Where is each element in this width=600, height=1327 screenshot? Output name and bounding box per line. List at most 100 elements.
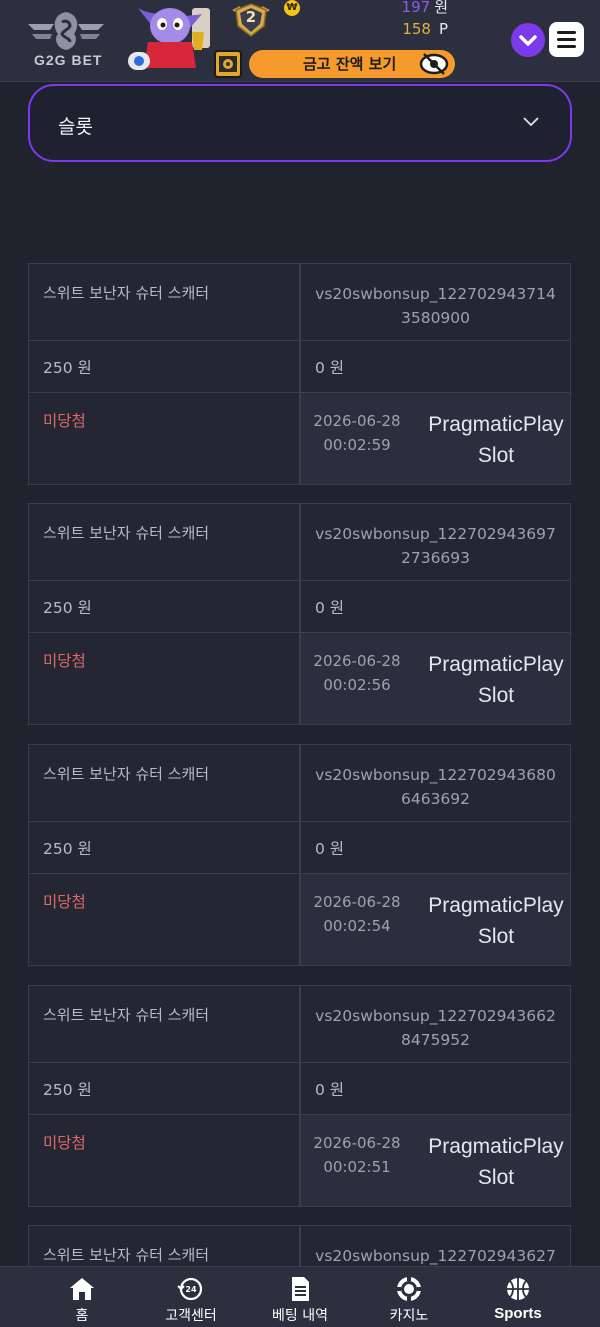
bet-id-cell: vs20swbonsup_1227029437143580900 [301,264,570,341]
provider-name: PragmaticPlay Slot [428,1135,564,1189]
bottom-navigation: 홈 24 고객센터 베팅 내역 카지노 Sports [0,1266,600,1327]
result-cell: 미당첨 [29,393,301,484]
level-number: 2 [245,8,257,26]
bet-amount: 250 원 [43,359,92,377]
bet-result: 미당첨 [43,893,86,911]
nav-label: 고객센터 [165,1308,217,1324]
provider-name: PragmaticPlay Slot [428,413,564,467]
nav-item-casino[interactable]: 카지노 [357,1267,461,1327]
bet-id: vs20swbonsup_1227029436628475952 [315,1007,556,1049]
bet-record-card: 스위트 보난자 슈터 스캐터 vs20swbonsup_122702943714… [28,263,571,485]
bet-amount-cell: 250 원 [29,341,301,393]
game-name-cell: 스위트 보난자 슈터 스캐터 [29,504,301,581]
nav-item-home[interactable]: 홈 [30,1267,134,1327]
nav-label: Sports [494,1305,542,1322]
category-select[interactable]: 슬롯 [28,84,572,162]
category-selected-value: 슬롯 [58,116,93,138]
bet-id-cell: vs20swbonsup_1227029436806463692 [301,745,570,822]
bet-amount-cell: 250 원 [29,822,301,874]
win-amount: 0 원 [315,1081,345,1099]
account-dropdown-button[interactable] [511,23,545,57]
win-amount-cell: 0 원 [301,341,570,393]
bet-record-card: 스위트 보난자 슈터 스캐터 vs20swbonsup_122702943697… [28,503,571,725]
provider-name: PragmaticPlay Slot [428,894,564,948]
document-icon [292,1277,309,1301]
bet-record-card: 스위트 보난자 슈터 스캐터 vs20swbonsup_122702943680… [28,744,571,966]
money-balance: 197 원 [402,0,448,17]
result-cell: 미당첨 [29,1115,301,1206]
point-balance: 158 P [402,20,448,38]
game-name: 스위트 보난자 슈터 스캐터 [43,524,210,542]
win-amount: 0 원 [315,840,345,858]
bet-amount: 250 원 [43,599,92,617]
site-logo[interactable]: G2G BET [24,8,108,70]
win-amount-cell: 0 원 [301,581,570,633]
bet-amount: 250 원 [43,840,92,858]
provider-name: PragmaticPlay Slot [428,653,564,707]
bet-id-cell: vs20swbonsup_1227029436628475952 [301,986,570,1063]
vault-icon[interactable] [214,50,242,78]
dragon-mascot-icon [128,8,210,70]
dragon-logo-icon [28,12,104,50]
bet-amount: 250 원 [43,1081,92,1099]
eye-hidden-icon[interactable] [419,51,449,77]
bet-id: vs20swbonsup_1227029437143580900 [315,285,556,327]
bet-datetime: 2026-06-28 00:02:59 [313,412,401,454]
level-badge: 2 [228,2,274,38]
nav-label: 카지노 [389,1308,429,1324]
point-unit: P [438,20,448,38]
bet-id: vs20swbonsup_1227029436806463692 [315,766,556,808]
casino-chip-icon [397,1277,421,1301]
result-cell: 미당첨 [29,633,301,724]
bet-amount-cell: 250 원 [29,1063,301,1115]
win-amount: 0 원 [315,359,345,377]
chevron-down-icon [519,35,537,46]
nav-item-support[interactable]: 24 고객센터 [139,1267,243,1327]
nav-item-bet-history[interactable]: 베팅 내역 [248,1267,352,1327]
money-value: 197 [401,0,431,16]
bet-datetime: 2026-06-28 00:02:51 [313,1134,401,1176]
logo-text: G2G BET [34,52,103,68]
game-name: 스위트 보난자 슈터 스캐터 [43,1006,210,1024]
result-cell: 미당첨 [29,874,301,965]
svg-text:24: 24 [185,1285,197,1294]
detail-cell: 2026-06-28 00:02:56 PragmaticPlay Slot [301,633,570,724]
game-name-cell: 스위트 보난자 슈터 스캐터 [29,264,301,341]
point-value: 158 [402,20,431,38]
vault-balance-button[interactable]: 금고 잔액 보기 [249,50,455,78]
nav-label: 베팅 내역 [272,1308,328,1324]
nav-label: 홈 [75,1308,89,1324]
home-icon [70,1278,94,1300]
won-coin-icon: ₩ [284,0,300,16]
detail-cell: 2026-06-28 00:02:51 PragmaticPlay Slot [301,1115,570,1206]
user-avatar[interactable] [118,2,214,72]
game-name-cell: 스위트 보난자 슈터 스캐터 [29,986,301,1063]
game-name: 스위트 보난자 슈터 스캐터 [43,284,210,302]
win-amount-cell: 0 원 [301,1063,570,1115]
win-amount-cell: 0 원 [301,822,570,874]
bet-id-cell: vs20swbonsup_1227029436972736693 [301,504,570,581]
vault-balance-label: 금고 잔액 보기 [303,55,397,73]
bet-result: 미당첨 [43,412,86,430]
win-amount: 0 원 [315,599,345,617]
chevron-down-icon [523,117,539,127]
bet-datetime: 2026-06-28 00:02:54 [313,893,401,935]
sports-ball-icon [507,1278,529,1300]
game-name: 스위트 보난자 슈터 스캐터 [43,1246,210,1264]
bet-amount-cell: 250 원 [29,581,301,633]
bet-result: 미당첨 [43,1134,86,1152]
money-unit: 원 [434,0,448,16]
support-24-icon: 24 [177,1277,203,1301]
bet-record-card: 스위트 보난자 슈터 스캐터 vs20swbonsup_122702943662… [28,985,571,1207]
detail-cell: 2026-06-28 00:02:54 PragmaticPlay Slot [301,874,570,965]
bet-id: vs20swbonsup_1227029436972736693 [315,525,556,567]
detail-cell: 2026-06-28 00:02:59 PragmaticPlay Slot [301,393,570,484]
top-header: G2G BET 2 ₩ 197 원 158 P 금고 잔액 보기 [0,0,600,82]
game-name-cell: 스위트 보난자 슈터 스캐터 [29,745,301,822]
nav-item-sports[interactable]: Sports [466,1267,570,1327]
game-name: 스위트 보난자 슈터 스캐터 [43,765,210,783]
safe-icon [219,56,237,72]
bet-datetime: 2026-06-28 00:02:56 [313,652,401,694]
hamburger-menu-button[interactable] [549,22,584,57]
bet-result: 미당첨 [43,652,86,670]
